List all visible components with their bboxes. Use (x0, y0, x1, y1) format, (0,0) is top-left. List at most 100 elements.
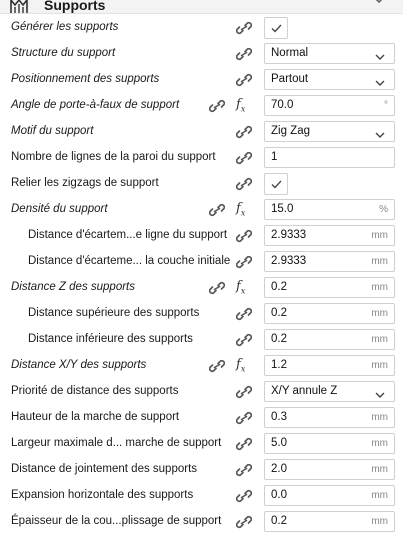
link-icon[interactable] (235, 177, 253, 191)
setting-row-generer-les-supports: Générer les supports (0, 15, 403, 41)
setting-dropdown[interactable]: Normal (264, 43, 395, 64)
input-value: 2.9333 (271, 255, 307, 267)
setting-input[interactable]: 2.9333 mm (264, 251, 395, 272)
function-fx-icon[interactable]: fx (236, 279, 250, 296)
input-value: 15.0 (271, 203, 294, 215)
function-fx-icon[interactable]: fx (236, 97, 250, 114)
unit-label: mm (371, 256, 388, 267)
setting-row-angle-de-porte-a-faux-de-support: Angle de porte-à-faux de support fx 70.0 ° (0, 93, 403, 119)
setting-row-epaisseur-de-la-cou-plissage-de-support: Épaisseur de la cou...plissage de suppor… (0, 509, 403, 535)
settings-list: Générer les supports Structure du support… (0, 15, 403, 535)
input-value: 0.2 (271, 333, 287, 345)
setting-label: Distance X/Y des supports (11, 359, 147, 371)
unit-label: ° (384, 100, 388, 111)
setting-input[interactable]: 0.3 mm (264, 407, 395, 428)
setting-input[interactable]: 0.2 mm (264, 329, 395, 350)
link-icon[interactable] (235, 73, 253, 87)
setting-input[interactable]: 15.0% (264, 199, 395, 220)
setting-row-densite-du-support: Densité du support fx 15.0% (0, 197, 403, 223)
dropdown-selected-value: Partout (271, 73, 309, 85)
setting-dropdown[interactable]: X/Y annule Z (264, 381, 395, 402)
link-icon[interactable] (235, 489, 253, 503)
setting-row-distance-z-des-supports: Distance Z des supports fx 0.2 mm (0, 275, 403, 301)
setting-row-priorite-de-distance-des-supports: Priorité de distance des supports X/Y ann… (0, 379, 403, 405)
link-icon[interactable] (235, 437, 253, 451)
setting-checkbox[interactable] (264, 17, 288, 39)
unit-label: mm (371, 282, 388, 293)
input-value: 0.2 (271, 281, 287, 293)
setting-label: Distance d'écarteme... la couche initial… (28, 255, 231, 267)
setting-label: Angle de porte-à-faux de support (11, 99, 180, 111)
link-icon[interactable] (235, 47, 253, 61)
setting-label: Distance d'écartem...e ligne du support (28, 229, 228, 241)
function-fx-icon[interactable]: fx (236, 357, 250, 374)
setting-label: Générer les supports (11, 21, 119, 33)
input-value: 2.9333 (271, 229, 307, 241)
link-icon[interactable] (235, 307, 253, 321)
chevron-down-icon (375, 77, 385, 86)
setting-input[interactable]: 1.2 mm (264, 355, 395, 376)
input-value: 0.2 (271, 307, 287, 319)
setting-row-expansion-horizontale-des-supports: Expansion horizontale des supports 0.0 mm (0, 483, 403, 509)
link-icon[interactable] (235, 411, 253, 425)
setting-label: Relier les zigzags de support (11, 177, 159, 189)
dropdown-selected-value: Normal (271, 47, 309, 59)
link-icon[interactable] (235, 229, 253, 243)
unit-label: mm (371, 412, 388, 423)
setting-checkbox[interactable] (264, 173, 288, 195)
function-fx-icon[interactable]: fx (236, 201, 250, 218)
collapse-chevron-icon[interactable] (373, 0, 385, 4)
setting-input[interactable]: 1 (264, 147, 395, 168)
setting-input[interactable]: 0.2 mm (264, 511, 395, 532)
setting-label: Distance Z des supports (11, 281, 136, 293)
setting-label: Épaisseur de la cou...plissage de suppor… (11, 515, 222, 527)
setting-dropdown[interactable]: Partout (264, 69, 395, 90)
setting-label: Priorité de distance des supports (11, 385, 179, 397)
link-icon[interactable] (208, 359, 226, 373)
setting-row-hauteur-de-la-marche-de-support: Hauteur de la marche de support 0.3 mm (0, 405, 403, 431)
input-value: 1.2 (271, 359, 287, 371)
dropdown-selected-value: Zig Zag (271, 125, 310, 137)
link-icon[interactable] (235, 385, 253, 399)
link-icon[interactable] (235, 463, 253, 477)
unit-label: mm (371, 464, 388, 475)
input-value: 1 (271, 151, 278, 163)
setting-row-motif-du-support: Motif du support Zig Zag (0, 119, 403, 145)
setting-input[interactable]: 0.0 mm (264, 485, 395, 506)
setting-row-positionnement-des-supports: Positionnement des supports Partout (0, 67, 403, 93)
setting-label: Distance inférieure des supports (28, 333, 193, 345)
section-header[interactable]: Supports (0, 0, 403, 14)
link-icon[interactable] (235, 255, 253, 269)
link-icon[interactable] (208, 203, 226, 217)
link-icon[interactable] (235, 333, 253, 347)
setting-input[interactable]: 2.9333 mm (264, 225, 395, 246)
unit-label: mm (371, 230, 388, 241)
setting-dropdown[interactable]: Zig Zag (264, 121, 395, 142)
link-icon[interactable] (235, 21, 253, 35)
chevron-down-icon (375, 389, 385, 398)
setting-row-distance-de-jointement-des-supports: Distance de jointement des supports 2.0 mm (0, 457, 403, 483)
input-value: 0.2 (271, 515, 287, 527)
setting-input[interactable]: 70.0 ° (264, 95, 395, 116)
setting-row-distance-inferieure-des-supports: Distance inférieure des supports 0.2 mm (0, 327, 403, 353)
unit-label: mm (371, 490, 388, 501)
setting-label: Largeur maximale d... marche de support (11, 437, 222, 449)
link-icon[interactable] (235, 125, 253, 139)
unit-label: mm (371, 516, 388, 527)
setting-input[interactable]: 5.0 mm (264, 433, 395, 454)
setting-input[interactable]: 0.2 mm (264, 303, 395, 324)
input-value: 2.0 (271, 463, 287, 475)
link-icon[interactable] (235, 515, 253, 529)
setting-label: Distance supérieure des supports (28, 307, 200, 319)
link-icon[interactable] (208, 99, 226, 113)
link-icon[interactable] (208, 281, 226, 295)
setting-input[interactable]: 2.0 mm (264, 459, 395, 480)
chevron-down-icon (375, 51, 385, 60)
unit-label: mm (371, 334, 388, 345)
link-icon[interactable] (235, 151, 253, 165)
setting-row-distance-superieure-des-supports: Distance supérieure des supports 0.2 mm (0, 301, 403, 327)
setting-label: Motif du support (11, 125, 94, 137)
setting-row-distance-d-ecartem-e-ligne-du-support: Distance d'écartem...e ligne du support 2… (0, 223, 403, 249)
setting-input[interactable]: 0.2 mm (264, 277, 395, 298)
input-value: 70.0 (271, 99, 294, 111)
